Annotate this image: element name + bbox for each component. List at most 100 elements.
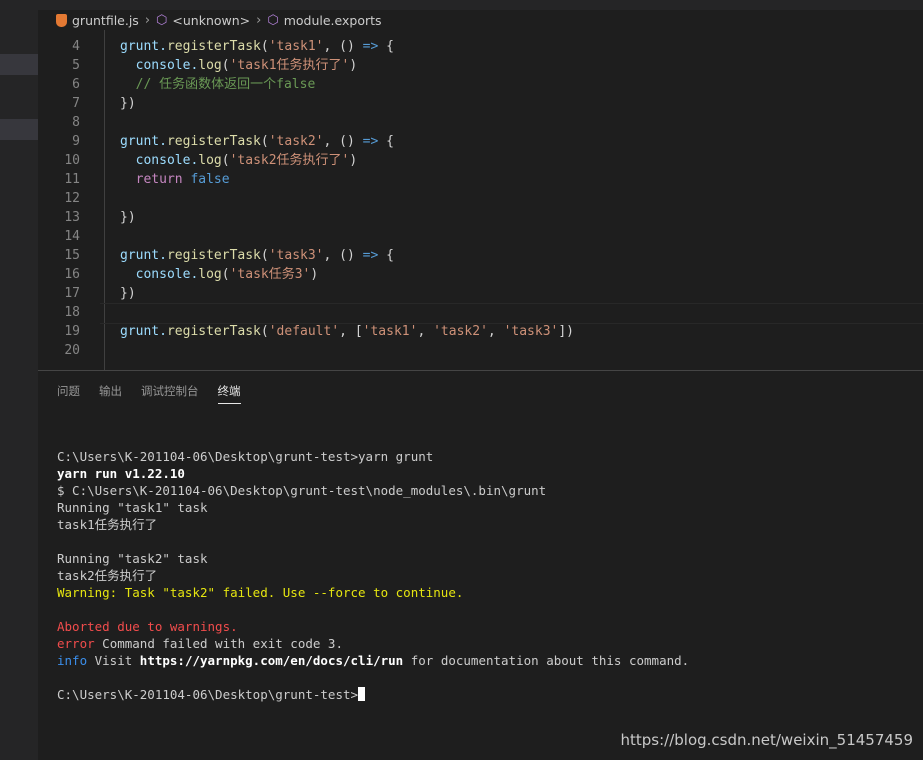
code-text: // 任务函数体返回一个false	[120, 75, 316, 94]
terminal-text: $ C:\Users\K-201104-06\Desktop\grunt-tes…	[57, 483, 547, 498]
terminal-line: C:\Users\K-201104-06\Desktop\grunt-test>	[57, 686, 689, 703]
code-token: 'task1任务执行了'	[229, 58, 350, 73]
code-line[interactable]: 17})	[38, 284, 923, 303]
code-token: ,	[487, 324, 504, 339]
terminal-line: task1任务执行了	[57, 516, 689, 533]
code-line[interactable]: 18	[38, 303, 923, 322]
terminal-text: Running "task2" task	[57, 551, 208, 566]
tab-strip	[38, 0, 923, 10]
breadcrumb-scope[interactable]: ⬡ <unknown>	[156, 13, 250, 28]
code-token: , [	[339, 324, 363, 339]
cube-icon: ⬡	[267, 12, 279, 28]
code-line[interactable]: 7})	[38, 94, 923, 113]
code-text: grunt.registerTask('task2', () => {	[120, 132, 394, 151]
code-token: (	[260, 39, 269, 54]
code-token: registerTask	[166, 324, 261, 339]
line-number: 12	[64, 191, 80, 206]
grunt-file-icon	[56, 13, 67, 27]
code-line[interactable]: 6 // 任务函数体返回一个false	[38, 75, 923, 94]
terminal-line: Running "task2" task	[57, 550, 689, 567]
panel-tabs: 问题 输出 调试控制台 终端	[57, 383, 260, 404]
chevron-right-icon: ›	[256, 12, 262, 28]
terminal-line: $ C:\Users\K-201104-06\Desktop\grunt-tes…	[57, 482, 689, 499]
terminal-text: for documentation about this command.	[403, 653, 690, 668]
line-number: 20	[64, 343, 80, 358]
code-token: (	[260, 134, 269, 149]
terminal-output[interactable]: C:\Users\K-201104-06\Desktop\grunt-test>…	[57, 431, 689, 703]
chevron-right-icon: ›	[144, 12, 151, 28]
code-text: grunt.registerTask('default', ['task1', …	[120, 322, 574, 341]
code-line[interactable]: 8	[38, 113, 923, 132]
code-token: =>	[362, 134, 379, 149]
terminal-text: task1任务执行了	[57, 517, 158, 532]
line-number: 14	[64, 229, 80, 244]
code-token: ,	[417, 324, 434, 339]
terminal-text: Command failed with exit code 3.	[94, 636, 343, 651]
terminal-line: Running "task1" task	[57, 499, 689, 516]
code-token: log	[198, 267, 222, 282]
code-token: 'default'	[268, 324, 340, 339]
code-token: console.	[120, 153, 199, 168]
code-token: console.	[120, 58, 199, 73]
code-line[interactable]: 9 grunt.registerTask('task2', () => {	[38, 132, 923, 151]
terminal-text: yarn run v1.22.10	[57, 466, 185, 481]
breadcrumb-symbol[interactable]: ⬡ module.exports	[267, 13, 381, 28]
code-token: )	[349, 58, 358, 73]
terminal-line: info Visit https://yarnpkg.com/en/docs/c…	[57, 652, 689, 669]
panel-tab[interactable]: 调试控制台	[141, 383, 199, 404]
code-token: log	[198, 153, 222, 168]
line-number: 6	[72, 77, 80, 92]
terminal-line: yarn run v1.22.10	[57, 465, 689, 482]
terminal-text: task2任务执行了	[57, 568, 158, 583]
activity-item-highlight[interactable]	[0, 54, 38, 75]
code-editor[interactable]: 4 grunt.registerTask('task1', () => {5 co…	[38, 30, 923, 370]
code-line[interactable]: 13})	[38, 208, 923, 227]
cube-icon: ⬡	[156, 12, 168, 28]
breadcrumb-symbol-label: module.exports	[283, 12, 382, 28]
code-token: return	[120, 172, 183, 187]
line-number: 10	[64, 153, 80, 168]
code-token: 'task1'	[268, 39, 324, 54]
code-token: =>	[362, 39, 379, 54]
code-token: 'task1'	[362, 324, 418, 339]
code-line[interactable]: 16 console.log('task任务3')	[38, 265, 923, 284]
code-line[interactable]: 20	[38, 341, 923, 360]
terminal-text: Visit	[87, 653, 140, 668]
code-token: grunt.	[120, 134, 167, 149]
breadcrumb-file[interactable]: gruntfile.js	[56, 13, 139, 28]
code-line[interactable]: 14	[38, 227, 923, 246]
panel-tab[interactable]: 问题	[57, 383, 80, 404]
code-text: console.log('task2任务执行了')	[120, 151, 358, 170]
terminal-text: Aborted due to warnings.	[57, 619, 238, 634]
line-number: 13	[64, 210, 80, 225]
code-token: 'task2'	[268, 134, 324, 149]
code-token: {	[378, 248, 394, 263]
terminal-line: C:\Users\K-201104-06\Desktop\grunt-test>…	[57, 448, 689, 465]
code-token: 'task2'	[433, 324, 488, 339]
code-text: console.log('task1任务执行了')	[120, 56, 358, 75]
line-number: 4	[72, 39, 80, 54]
code-line[interactable]: 4 grunt.registerTask('task1', () => {	[38, 37, 923, 56]
code-line[interactable]: 19 grunt.registerTask('default', ['task1'…	[38, 322, 923, 341]
code-text: grunt.registerTask('task1', () => {	[120, 37, 394, 56]
code-line[interactable]: 11 return false	[38, 170, 923, 189]
line-number: 7	[72, 96, 80, 111]
code-line[interactable]: 15 grunt.registerTask('task3', () => {	[38, 246, 923, 265]
code-line[interactable]: 10 console.log('task2任务执行了')	[38, 151, 923, 170]
code-text: })	[120, 208, 136, 227]
panel-tab[interactable]: 输出	[99, 383, 122, 404]
code-token: )	[310, 267, 319, 282]
activity-item-highlight[interactable]	[0, 119, 38, 140]
line-number: 17	[64, 286, 80, 301]
activity-bar	[0, 0, 38, 760]
terminal-text: error	[57, 636, 95, 651]
code-line[interactable]: 5 console.log('task1任务执行了')	[38, 56, 923, 75]
terminal-cursor	[358, 687, 366, 701]
panel-tab[interactable]: 终端	[217, 383, 241, 404]
code-text: return false	[120, 170, 230, 189]
code-line[interactable]: 12	[38, 189, 923, 208]
line-number: 8	[72, 115, 80, 130]
code-token: =>	[362, 248, 379, 263]
line-number: 11	[64, 172, 80, 187]
